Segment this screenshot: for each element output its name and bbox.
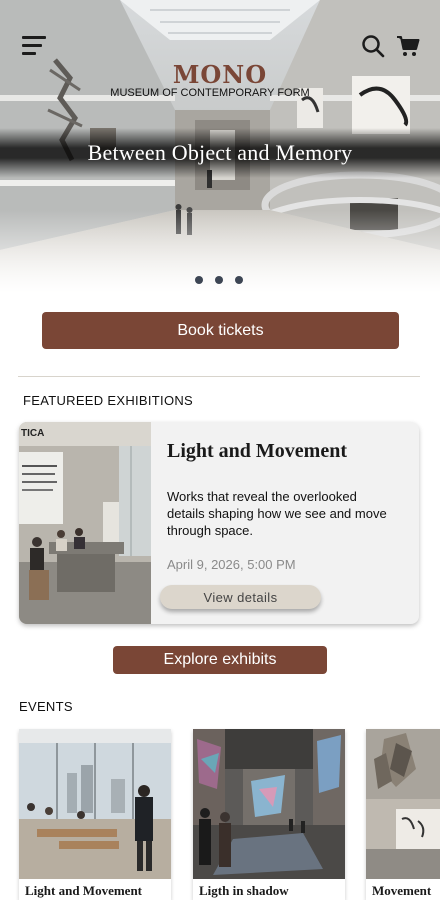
search-icon[interactable] — [361, 34, 385, 58]
featured-exhibition-title: Light and Movement — [167, 440, 347, 462]
view-details-button[interactable]: View details — [160, 585, 321, 609]
featured-exhibition-card[interactable]: TICA Light and Movement Works that revea… — [19, 422, 419, 624]
event-image — [366, 729, 440, 879]
cart-icon[interactable] — [396, 34, 420, 58]
event-image — [19, 729, 171, 879]
carousel-dot[interactable] — [195, 276, 203, 284]
featured-exhibition-description: Works that reveal the overlooked details… — [167, 489, 387, 538]
event-card[interactable]: Ligth in shadow — [193, 729, 345, 900]
featured-image-caption: TICA — [21, 428, 44, 439]
museum-logo-subtitle: MUSEUM OF CONTEMPORARY FORM — [110, 87, 310, 99]
museum-logo[interactable]: MONO — [0, 60, 440, 89]
event-card[interactable]: Movement — [366, 729, 440, 900]
events-heading: EVENTS — [19, 699, 73, 714]
book-tickets-button[interactable]: Book tickets — [42, 312, 399, 349]
hero-fade — [0, 210, 440, 300]
carousel-dot[interactable] — [215, 276, 223, 284]
section-divider — [18, 376, 420, 377]
carousel-dots — [195, 276, 243, 284]
hero-title: Between Object and Memory — [87, 140, 353, 165]
featured-exhibition-date: April 9, 2026, 5:00 PM — [167, 557, 296, 572]
explore-exhibits-button[interactable]: Explore exhibits — [113, 646, 327, 674]
hamburger-icon[interactable] — [22, 36, 48, 58]
event-image — [193, 729, 345, 879]
featured-exhibitions-heading: FEATUREED EXHIBITIONS — [23, 393, 194, 408]
event-title: Ligth in shadow — [193, 879, 345, 900]
event-title: Movement — [366, 879, 440, 900]
featured-exhibition-image: TICA — [19, 422, 151, 624]
event-title: Light and Movement — [19, 879, 171, 900]
event-card[interactable]: Light and Movement — [19, 729, 171, 900]
carousel-dot[interactable] — [235, 276, 243, 284]
